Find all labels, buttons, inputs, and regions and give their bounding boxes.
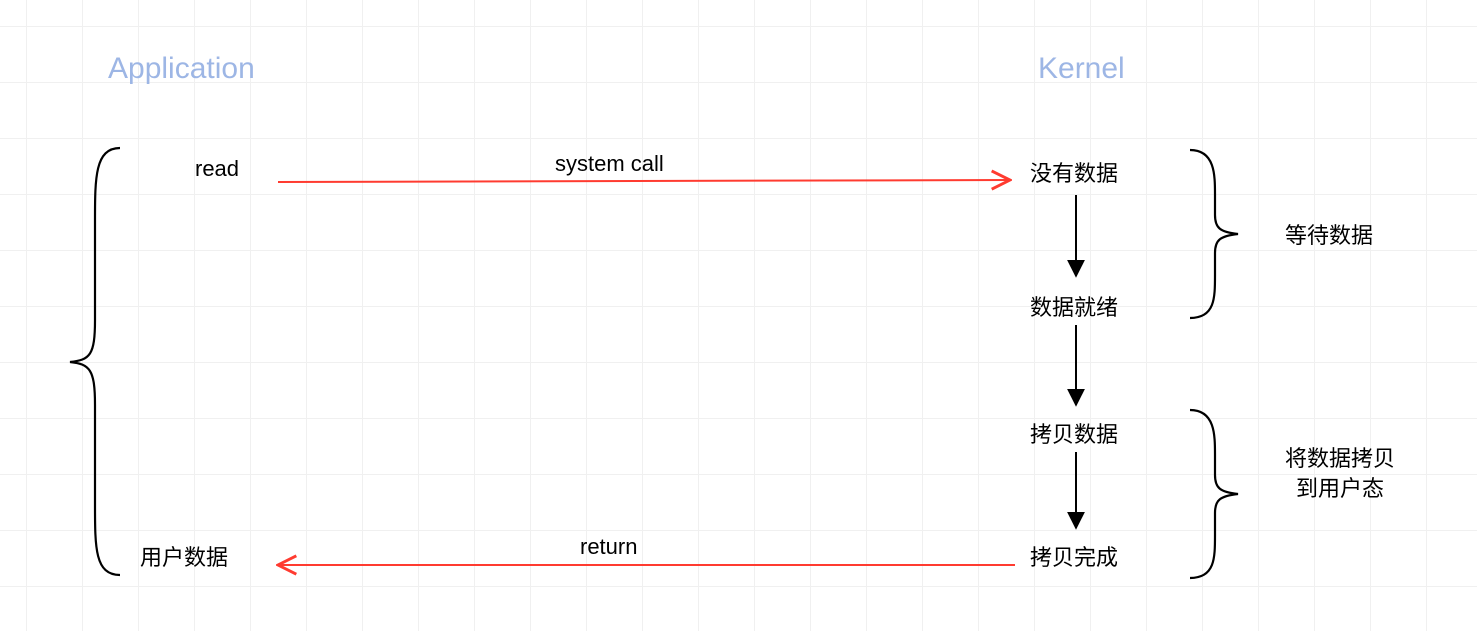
diagram-svg [0,0,1477,631]
brace-left-big [70,148,120,575]
brace-right-wait [1190,150,1238,318]
arrow-system-call [278,180,1010,182]
brace-right-copy [1190,410,1238,578]
diagram-layer: Application Kernel read 用户数据 没有数据 数据就绪 拷… [0,0,1477,631]
